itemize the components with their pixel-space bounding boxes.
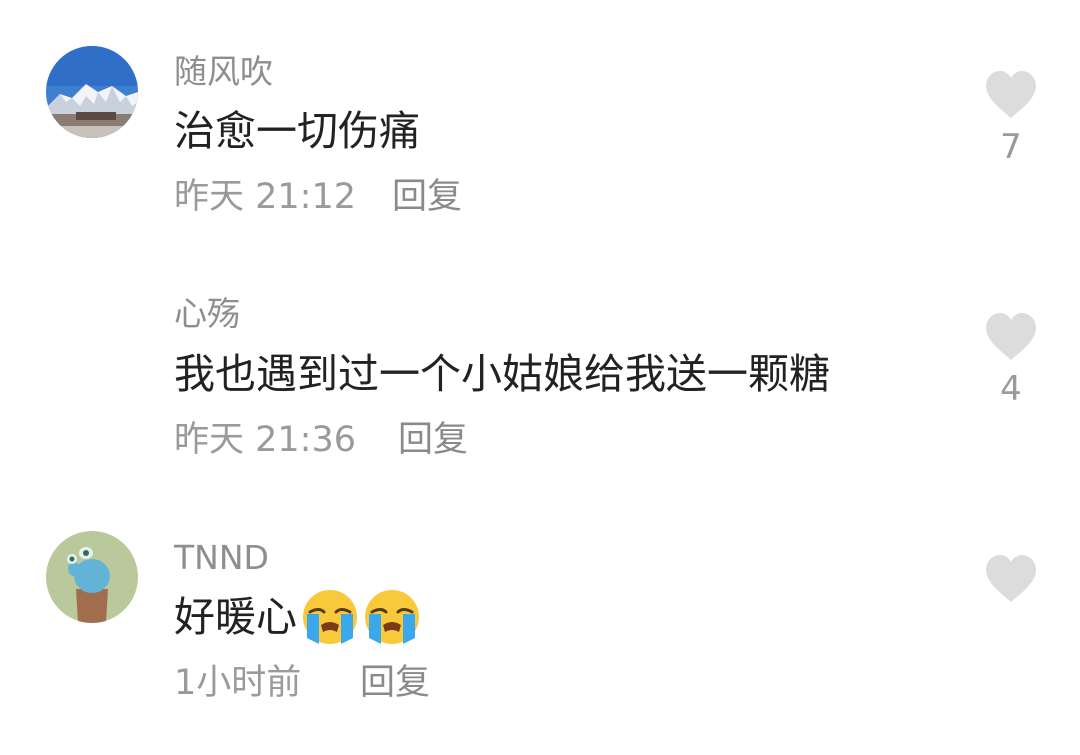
comment-item: 心殇 我也遇到过一个小姑娘给我送一颗糖 昨天 21:36 回复 4 bbox=[0, 240, 1080, 490]
comment-item: TNND 好暖心 1小时前 回复 bbox=[0, 490, 1080, 755]
comment-text: 治愈一切伤痛 bbox=[174, 107, 420, 155]
like-button[interactable] bbox=[984, 554, 1038, 608]
cactus-avatar-icon bbox=[46, 531, 138, 623]
like-count: 7 bbox=[1000, 127, 1022, 167]
like-button[interactable]: 7 bbox=[984, 70, 1038, 164]
comment-text: 我也遇到过一个小姑娘给我送一颗糖 bbox=[174, 350, 830, 398]
comment-item: 随风吹 治愈一切伤痛 昨天 21:12 回复 7 bbox=[0, 0, 1080, 240]
heart-icon bbox=[986, 71, 1036, 118]
loudly-crying-face-emoji-icon bbox=[365, 590, 419, 644]
username[interactable]: TNND bbox=[174, 541, 269, 574]
avatar[interactable] bbox=[46, 531, 138, 623]
comment-time: 昨天 21:12 bbox=[174, 177, 356, 217]
comment-text-content: 好暖心 bbox=[174, 592, 297, 641]
snowy-mountain-avatar-icon bbox=[46, 46, 138, 138]
reply-button[interactable]: 回复 bbox=[360, 666, 430, 701]
like-count: 4 bbox=[1000, 369, 1022, 409]
avatar[interactable] bbox=[46, 46, 138, 138]
comment-time: 1小时前 bbox=[174, 663, 302, 703]
heart-icon bbox=[986, 313, 1036, 360]
comment-text: 好暖心 bbox=[174, 588, 421, 646]
reply-button[interactable]: 回复 bbox=[392, 180, 462, 215]
reply-button[interactable]: 回复 bbox=[398, 423, 468, 458]
username[interactable]: 心殇 bbox=[174, 297, 240, 330]
comment-time: 昨天 21:36 bbox=[174, 420, 356, 460]
username[interactable]: 随风吹 bbox=[174, 55, 273, 88]
heart-icon bbox=[986, 555, 1036, 602]
like-button[interactable]: 4 bbox=[984, 312, 1038, 406]
loudly-crying-face-emoji-icon bbox=[303, 590, 357, 644]
